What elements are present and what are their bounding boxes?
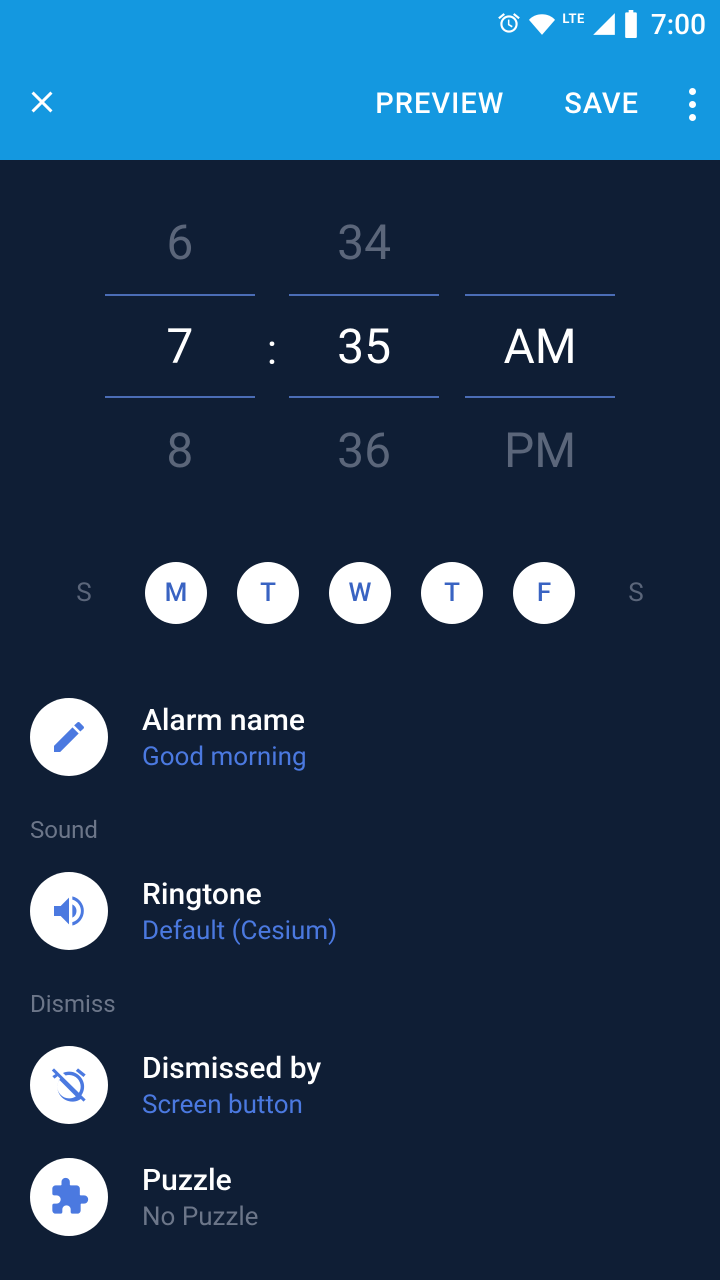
minute-prev: 34 xyxy=(289,190,439,294)
hour-prev: 6 xyxy=(105,190,255,294)
overflow-icon[interactable] xyxy=(669,88,696,121)
dismissed-by-value: Screen button xyxy=(142,1090,690,1120)
day-5[interactable]: F xyxy=(513,562,575,624)
alarm-name-row[interactable]: Alarm name Good morning xyxy=(30,684,690,796)
alarm-name-value: Good morning xyxy=(142,742,690,772)
network-label: LTE xyxy=(562,12,584,27)
settings-list: Alarm name Good morning Sound Ringtone D… xyxy=(0,684,720,1256)
minute-wheel[interactable]: 34 35 36 xyxy=(289,190,439,502)
puzzle-icon xyxy=(30,1158,108,1236)
ampm-prev xyxy=(465,190,615,294)
puzzle-title: Puzzle xyxy=(142,1163,690,1198)
day-4[interactable]: T xyxy=(421,562,483,624)
dismiss-header: Dismiss xyxy=(30,970,690,1032)
days-row: SMTWTFS xyxy=(0,562,720,684)
time-colon: : xyxy=(267,190,277,502)
puzzle-value: No Puzzle xyxy=(142,1202,690,1232)
day-1[interactable]: M xyxy=(145,562,207,624)
signal-icon xyxy=(591,11,617,37)
status-time: 7:00 xyxy=(651,8,706,41)
status-bar: LTE 7:00 xyxy=(0,0,720,48)
pencil-icon xyxy=(30,698,108,776)
ampm-next: PM xyxy=(465,398,615,502)
ampm-selected: AM xyxy=(465,294,615,398)
puzzle-row[interactable]: Puzzle No Puzzle xyxy=(30,1144,690,1256)
alarm-name-title: Alarm name xyxy=(142,703,690,738)
day-3[interactable]: W xyxy=(329,562,391,624)
app-bar: PREVIEW SAVE xyxy=(0,48,720,160)
preview-button[interactable]: PREVIEW xyxy=(345,87,534,121)
close-icon[interactable] xyxy=(24,84,60,124)
ringtone-title: Ringtone xyxy=(142,877,690,912)
day-0[interactable]: S xyxy=(53,562,115,624)
alarm-off-icon xyxy=(30,1046,108,1124)
wifi-icon xyxy=(528,11,556,37)
ringtone-row[interactable]: Ringtone Default (Cesium) xyxy=(30,858,690,970)
ampm-wheel[interactable]: AM PM xyxy=(465,190,615,502)
speaker-icon xyxy=(30,872,108,950)
alarm-icon xyxy=(496,11,522,37)
hour-next: 8 xyxy=(105,398,255,502)
minute-selected: 35 xyxy=(289,294,439,398)
sound-header: Sound xyxy=(30,796,690,858)
ringtone-value: Default (Cesium) xyxy=(142,916,690,946)
dismissed-by-title: Dismissed by xyxy=(142,1051,690,1086)
save-button[interactable]: SAVE xyxy=(534,87,669,121)
day-6[interactable]: S xyxy=(605,562,667,624)
battery-icon xyxy=(623,10,639,38)
hour-selected: 7 xyxy=(105,294,255,398)
minute-next: 36 xyxy=(289,398,439,502)
dismissed-by-row[interactable]: Dismissed by Screen button xyxy=(30,1032,690,1144)
day-2[interactable]: T xyxy=(237,562,299,624)
hour-wheel[interactable]: 6 7 8 xyxy=(105,190,255,502)
time-picker[interactable]: 6 7 8 : 34 35 36 AM PM xyxy=(0,160,720,562)
